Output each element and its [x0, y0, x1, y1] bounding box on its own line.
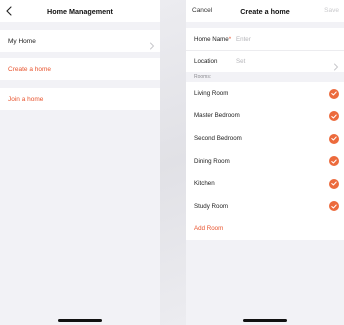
- home-info-form: Home Name* Enter Location Set: [186, 28, 344, 72]
- checkmark-icon[interactable]: [329, 201, 339, 212]
- add-room-button[interactable]: Add Room: [186, 218, 344, 240]
- room-item-master-bedroom[interactable]: Master Bedroom: [186, 105, 344, 128]
- room-item-second-bedroom[interactable]: Second Bedroom: [186, 127, 344, 150]
- room-item-dining-room[interactable]: Dining Room: [186, 150, 344, 173]
- join-home-button[interactable]: Join a home: [0, 88, 160, 110]
- join-home-label: Join a home: [8, 95, 44, 103]
- create-home-label: Create a home: [8, 65, 51, 73]
- home-indicator: [58, 319, 102, 322]
- screenshot-stage: Home Management My Home Create a home Jo…: [0, 0, 344, 325]
- room-item-study-room[interactable]: Study Room: [186, 195, 344, 218]
- required-mark: *: [228, 35, 232, 43]
- home-name-input[interactable]: Enter: [236, 36, 251, 43]
- chevron-left-icon[interactable]: [6, 5, 16, 17]
- room-item-living-room[interactable]: Living Room: [186, 82, 344, 105]
- rooms-section-header: Rooms:: [186, 72, 344, 82]
- home-indicator: [243, 319, 287, 322]
- home-name-label: Home Name*: [194, 35, 232, 43]
- location-row[interactable]: Location Set: [186, 50, 344, 72]
- checkmark-icon[interactable]: [329, 178, 339, 189]
- chevron-right-icon: [149, 37, 155, 50]
- page-title: Create a home: [240, 6, 290, 16]
- room-label: Kitchen: [194, 180, 215, 188]
- cancel-button[interactable]: Cancel: [192, 7, 212, 14]
- divider-band: [160, 0, 186, 325]
- checkmark-icon[interactable]: [329, 111, 339, 122]
- create-home-screen: Cancel Create a home Save Home Name* Ent…: [186, 0, 344, 325]
- home-management-screen: Home Management My Home Create a home Jo…: [0, 0, 160, 325]
- room-list: Living Room Master Bedroom Second Bedroo…: [186, 82, 344, 240]
- save-button[interactable]: Save: [324, 7, 339, 14]
- room-label: Dining Room: [194, 157, 230, 165]
- create-home-button[interactable]: Create a home: [0, 58, 160, 80]
- page-title: Home Management: [47, 6, 113, 16]
- room-label: Second Bedroom: [194, 134, 242, 142]
- checkmark-icon[interactable]: [329, 88, 339, 99]
- chevron-right-icon: [333, 58, 339, 71]
- home-name-row[interactable]: Home Name* Enter: [186, 28, 344, 50]
- create-home-navbar: Cancel Create a home Save: [186, 0, 344, 22]
- location-label: Location: [194, 58, 218, 65]
- checkmark-icon[interactable]: [329, 156, 339, 167]
- room-label: Master Bedroom: [194, 112, 240, 120]
- home-item-my-home[interactable]: My Home: [0, 30, 160, 52]
- checkmark-icon[interactable]: [329, 133, 339, 144]
- location-value: Set: [236, 58, 246, 65]
- room-item-kitchen[interactable]: Kitchen: [186, 172, 344, 195]
- home-item-label: My Home: [8, 37, 36, 45]
- home-management-navbar: Home Management: [0, 0, 160, 22]
- room-label: Living Room: [194, 89, 229, 97]
- room-label: Study Room: [194, 202, 229, 210]
